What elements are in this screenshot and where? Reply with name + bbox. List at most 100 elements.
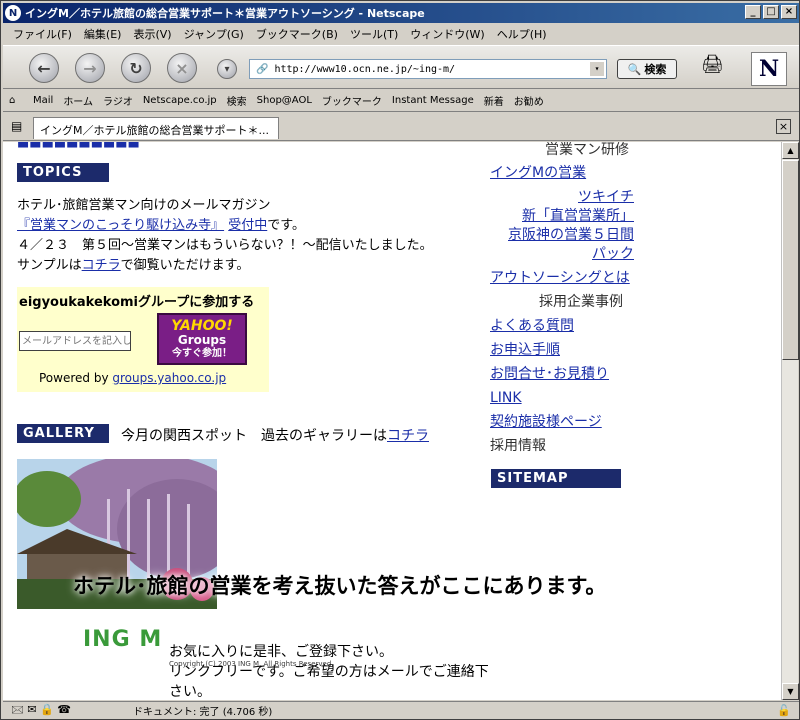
sidebar-item-cases: 採用企業事例	[539, 294, 623, 310]
menu-edit[interactable]: 編集(E)	[84, 26, 122, 42]
sidebar-link-outsourcing[interactable]: アウトソーシングとは	[490, 270, 630, 286]
print-icon[interactable]: 🖨	[701, 54, 727, 80]
scroll-down-arrow[interactable]: ▼	[782, 683, 799, 700]
sidebar-link-link[interactable]: LINK	[490, 390, 522, 406]
subscribe-link[interactable]: 受付中	[228, 218, 267, 233]
stop-button[interactable]: ×	[167, 53, 197, 83]
bookmarks-toolbar: ⌂ Mail ホーム ラジオ Netscape.co.jp 検索 Shop@AO…	[3, 90, 799, 112]
join-now-text: 今すぐ参加！	[172, 348, 232, 359]
topics-line-4: サンプルはコチラで御覧いただけます。	[17, 256, 249, 276]
bookmark-folder[interactable]: ブックマーク	[322, 93, 382, 108]
menu-bar: ファイル(F) 編集(E) 表示(V) ジャンプ(G) ブックマーク(B) ツー…	[3, 24, 799, 43]
netscape-icon: N	[5, 5, 21, 21]
close-button[interactable]: ×	[781, 5, 797, 19]
menu-tools[interactable]: ツール(T)	[350, 26, 398, 42]
close-tab-button[interactable]: ×	[776, 119, 791, 134]
topics-line-3: ４／２３ 第５回～営業マンはもういらない？！～配信いたしました。	[17, 238, 433, 253]
sidebar-link-contact[interactable]: お問合せ･お見積り	[490, 366, 609, 382]
menu-help[interactable]: ヘルプ(H)	[497, 26, 547, 42]
menu-go[interactable]: ジャンプ(G)	[184, 26, 244, 42]
bookmark-search[interactable]: 検索	[227, 93, 247, 108]
status-bar: 🖂 ✉ 🔒 ☎ ドキュメント: 完了 (4.706 秒) 🔓	[3, 701, 799, 719]
reload-button[interactable]: ↻	[121, 53, 151, 83]
vertical-scrollbar[interactable]: ▲ ▼	[781, 142, 799, 700]
yahoo-groups-box: eigyoukakekomiグループに参加する YAHOO! Groups 今す…	[17, 287, 269, 392]
sample-suffix: で御覧いただけます。	[120, 258, 250, 273]
bookmark-recommend[interactable]: お勧め	[514, 93, 544, 108]
gallery-description: 今月の関西スポット 過去のギャラリーは	[121, 428, 387, 444]
sidebar-link-tsukiichi[interactable]: ツキイチ	[578, 189, 634, 205]
magnifier-icon: 🔍	[627, 62, 642, 76]
group-title: eigyoukakekomiグループに参加する	[19, 295, 255, 310]
home-tab-icon[interactable]: ⌂	[9, 95, 15, 106]
sidebar-item-members[interactable]: 契約施設様ページ	[490, 412, 602, 432]
powered-by-label: Powered by	[39, 371, 109, 385]
url-dropdown-icon[interactable]: ▾	[590, 62, 604, 76]
bookmark-mail[interactable]: Mail	[33, 95, 53, 106]
back-button[interactable]: ←	[29, 53, 59, 83]
history-dropdown-button[interactable]: ▾	[217, 59, 237, 79]
url-field[interactable]: 🔗 http://www10.ocn.ne.jp/~ing-m/ ▾	[249, 59, 607, 79]
email-input[interactable]	[19, 331, 131, 351]
topics-line-2: 『営業マンのこっそり駆け込み寺』 受付中です。	[17, 216, 305, 236]
yahoo-join-button[interactable]: YAHOO! Groups 今すぐ参加！	[157, 313, 247, 365]
footer-line-1: お気に入りに是非、ご登録下さい。	[169, 644, 393, 660]
security-icon: 🔓	[777, 704, 791, 717]
yahoo-logo-text: YAHOO!	[171, 318, 233, 334]
sitemap-header: SITEMAP	[491, 469, 621, 488]
scroll-thumb[interactable]	[782, 160, 799, 360]
netscape-logo[interactable]: N	[751, 52, 787, 86]
tab-bar: ▤ イングM／ホテル旅館の総合営業サポート＊... ×	[3, 113, 799, 141]
sidebar-link-direct-office[interactable]: 新「直営営業所」	[522, 208, 634, 224]
topics-suffix: です。	[267, 218, 305, 233]
sidebar-item-contact[interactable]: お問合せ･お見積り	[490, 364, 609, 384]
sidebar-link-pack[interactable]: パック	[592, 246, 634, 262]
search-button-label: 検索	[644, 63, 667, 76]
menu-bookmarks[interactable]: ブックマーク(B)	[256, 26, 338, 42]
menu-view[interactable]: 表示(V)	[133, 26, 171, 42]
forward-button[interactable]: →	[75, 53, 105, 83]
gallery-archive-link[interactable]: コチラ	[387, 428, 429, 444]
cut-off-text: ■■■■■■■■■■	[17, 142, 140, 150]
bookmark-new[interactable]: 新着	[484, 93, 504, 108]
sidebar-link-keihanshin[interactable]: 京阪神の営業５日間	[508, 227, 634, 243]
ingm-logo: ING M	[83, 627, 163, 652]
gallery-header: GALLERY	[17, 424, 109, 443]
sidebar-item-pack[interactable]: パック	[490, 244, 634, 264]
status-text: ドキュメント: 完了 (4.706 秒)	[133, 707, 273, 718]
sidebar-item-link[interactable]: LINK	[490, 388, 522, 408]
sidebar-link-members[interactable]: 契約施設様ページ	[490, 414, 602, 430]
menu-window[interactable]: ウィンドウ(W)	[410, 26, 484, 42]
sidebar-item-tsukiichi[interactable]: ツキイチ	[490, 187, 634, 207]
page-content: ■■■■■■■■■■ TOPICS ホテル･旅館営業マン向けのメールマガジン 『…	[3, 142, 781, 700]
status-icons: 🖂 ✉ 🔒 ☎	[11, 703, 71, 716]
bookmark-shop[interactable]: Shop@AOL	[257, 95, 312, 106]
sidebar-item-procedure[interactable]: お申込手順	[490, 340, 560, 360]
topics-header: TOPICS	[17, 163, 109, 182]
groups-yahoo-link[interactable]: groups.yahoo.co.jp	[112, 371, 226, 385]
sidebar-item-keihanshin[interactable]: 京阪神の営業５日間	[490, 225, 634, 245]
bookmark-home[interactable]: ホーム	[63, 93, 93, 108]
sidebar-link-ingm-sales[interactable]: イングMの営業	[490, 165, 586, 181]
bookmark-radio[interactable]: ラジオ	[103, 93, 133, 108]
tab-current[interactable]: イングM／ホテル旅館の総合営業サポート＊...	[33, 117, 279, 139]
sidebar-item-outsourcing[interactable]: アウトソーシングとは	[490, 268, 630, 288]
sample-link[interactable]: コチラ	[82, 258, 121, 273]
minimize-button[interactable]: _	[745, 5, 761, 19]
sidebar-link-procedure[interactable]: お申込手順	[490, 342, 560, 358]
sidebar-item-faq[interactable]: よくある質問	[490, 316, 574, 336]
menu-file[interactable]: ファイル(F)	[13, 26, 72, 42]
magazine-title-link[interactable]: 『営業マンのこっそり駆け込み寺』	[17, 218, 224, 233]
search-button[interactable]: 🔍 検索	[617, 59, 677, 79]
new-tab-icon[interactable]: ▤	[11, 119, 22, 133]
sample-prefix: サンプルは	[17, 258, 82, 273]
maximize-button[interactable]: □	[763, 5, 779, 19]
topics-line-1: ホテル･旅館営業マン向けのメールマガジン	[17, 198, 271, 213]
bookmark-netscape[interactable]: Netscape.co.jp	[143, 95, 217, 106]
scroll-up-arrow[interactable]: ▲	[782, 142, 799, 159]
sidebar-item-ingm-sales[interactable]: イングMの営業	[490, 163, 586, 183]
bookmark-im[interactable]: Instant Message	[392, 95, 474, 106]
gallery-label: GALLERY	[17, 424, 109, 443]
sidebar-item-direct-office[interactable]: 新「直営営業所」	[490, 206, 634, 226]
sidebar-link-faq[interactable]: よくある質問	[490, 318, 574, 334]
